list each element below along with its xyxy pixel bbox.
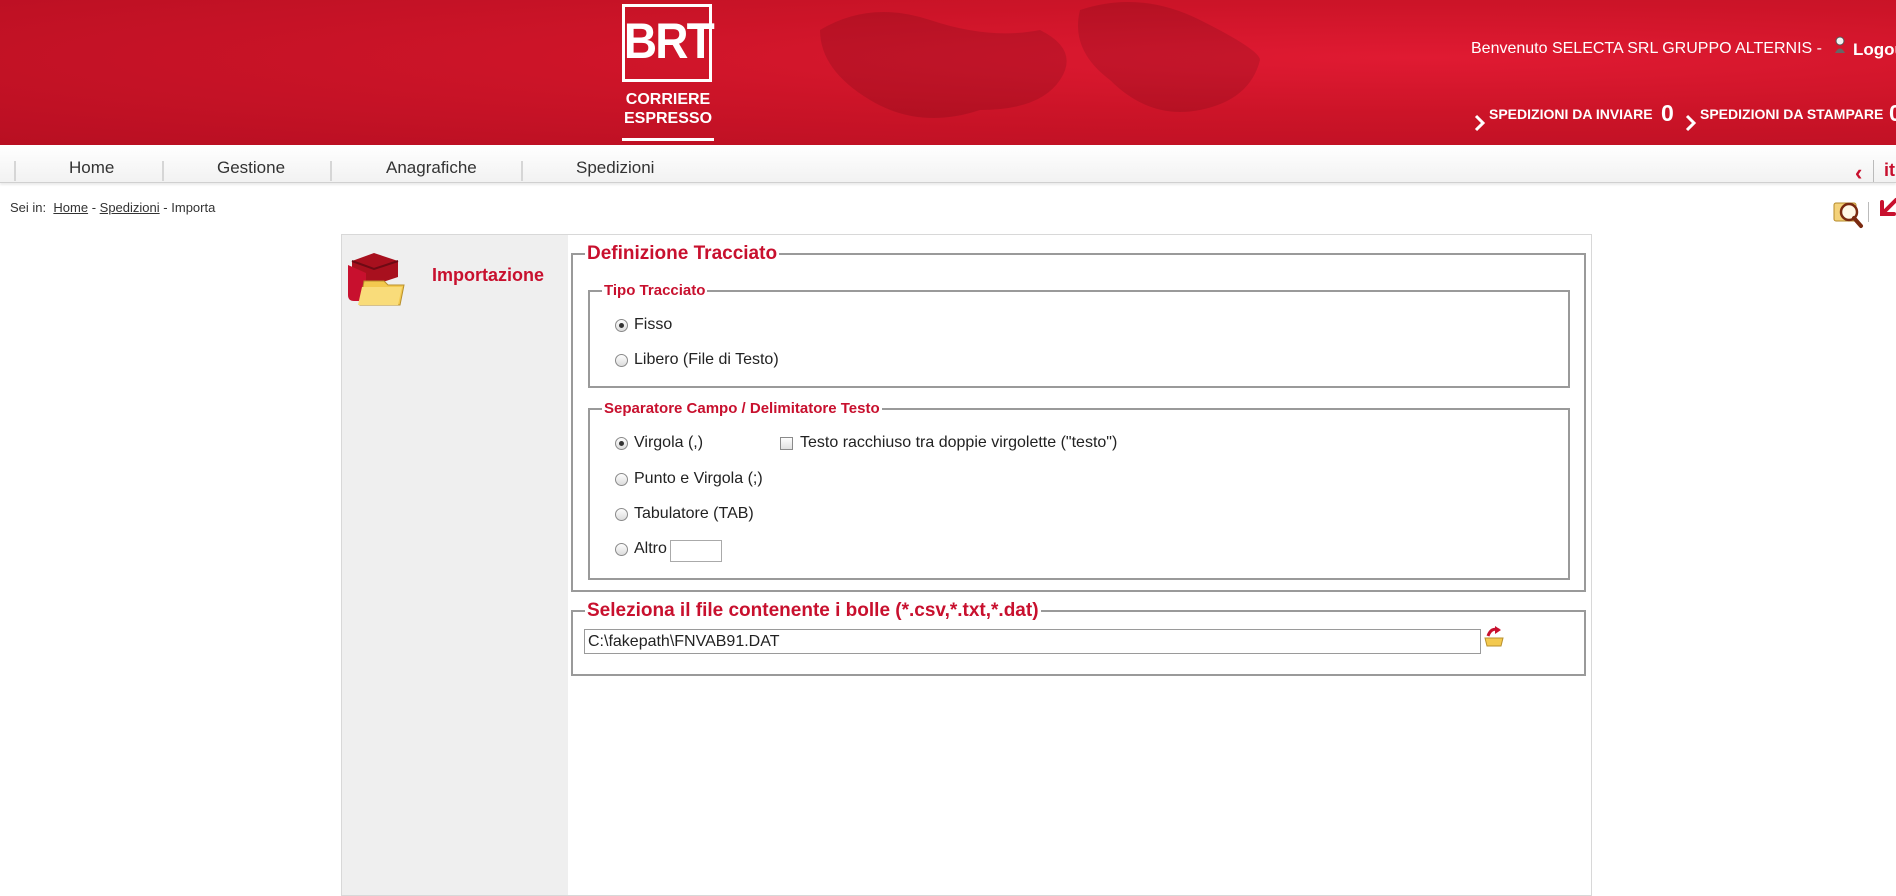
logo-brand: BRT xyxy=(623,13,715,69)
search-icon[interactable] xyxy=(1832,195,1864,229)
radio-label: Libero (File di Testo) xyxy=(634,351,779,368)
breadcrumb-separator: - xyxy=(91,200,97,215)
breadcrumb: Sei in: Home - Spedizioni - Importa xyxy=(10,200,215,215)
toolbar-separator xyxy=(1868,202,1869,222)
separator-fieldset: Separatore Campo / Delimitatore Testo xyxy=(588,400,1570,580)
radio-label: Altro xyxy=(634,540,667,557)
radio-label: Virgola (,) xyxy=(634,434,704,451)
radio-punto-virgola[interactable]: Punto e Virgola (;) xyxy=(615,470,763,488)
radio-button[interactable] xyxy=(615,353,628,367)
menu-item-home[interactable]: Home xyxy=(69,158,114,178)
language-selector[interactable]: it xyxy=(1884,160,1895,181)
radio-button[interactable] xyxy=(615,507,628,521)
checkbox[interactable] xyxy=(780,436,793,450)
radio-virgola[interactable]: Virgola (,) xyxy=(615,434,703,452)
world-map-decoration xyxy=(820,2,1260,118)
shipments-to-print-link[interactable]: SPEDIZIONI DA STAMPARE xyxy=(1700,106,1883,122)
chevron-right-icon xyxy=(1685,114,1697,132)
shipments-to-print-count: 0 xyxy=(1889,100,1896,126)
brt-logo[interactable]: BRT CORRIERE ESPRESSO xyxy=(620,4,716,141)
altro-separator-input[interactable] xyxy=(670,540,722,562)
file-path-input[interactable] xyxy=(584,629,1481,654)
breadcrumb-home-link[interactable]: Home xyxy=(53,200,88,215)
radio-label: Punto e Virgola (;) xyxy=(634,470,763,487)
file-select-legend: Seleziona il file contenente i bolle (*.… xyxy=(587,600,1039,621)
breadcrumb-prefix: Sei in: xyxy=(10,200,47,215)
radio-label: Tabulatore (TAB) xyxy=(634,505,754,522)
menu-item-anagrafiche[interactable]: Anagrafiche xyxy=(386,158,477,178)
radio-label: Fisso xyxy=(634,316,673,333)
logo-underline xyxy=(622,138,714,141)
breadcrumb-separator: - xyxy=(163,200,168,215)
radio-altro[interactable]: Altro xyxy=(615,540,667,558)
tipo-tracciato-fieldset: Tipo Tracciato xyxy=(588,282,1570,388)
import-title: Importazione xyxy=(432,265,545,285)
logout-icon[interactable] xyxy=(1832,36,1848,54)
tipo-tracciato-legend: Tipo Tracciato xyxy=(604,282,706,299)
language-separator xyxy=(1873,160,1874,182)
definition-legend: Definizione Tracciato xyxy=(587,243,778,264)
menu-item-gestione[interactable]: Gestione xyxy=(217,158,285,178)
checkbox-label: Testo racchiuso tra doppie virgolette ("… xyxy=(800,434,1118,451)
radio-button[interactable] xyxy=(615,542,628,556)
shipments-to-send-count: 0 xyxy=(1661,100,1674,126)
welcome-text: Benvenuto SELECTA SRL GRUPPO ALTERNIS - xyxy=(1471,40,1822,57)
import-sidebar xyxy=(342,235,568,895)
menu-separator xyxy=(162,161,164,181)
breadcrumb-current: Importa xyxy=(171,200,216,215)
radio-button[interactable] xyxy=(615,318,628,332)
folder-import-icon xyxy=(348,253,405,306)
logout-link[interactable]: Logout xyxy=(1853,40,1896,60)
radio-tabulatore[interactable]: Tabulatore (TAB) xyxy=(615,505,754,523)
breadcrumb-spedizioni-link[interactable]: Spedizioni xyxy=(100,200,160,215)
logo-line-1: CORRIERE xyxy=(625,91,711,108)
back-arrow-icon[interactable] xyxy=(1878,196,1896,220)
quote-text-checkbox[interactable]: Testo racchiuso tra doppie virgolette ("… xyxy=(780,434,1117,452)
menu-item-spedizioni[interactable]: Spedizioni xyxy=(576,158,654,178)
logo-line-2: ESPRESSO xyxy=(623,110,713,127)
menu-separator xyxy=(330,161,332,181)
chevron-left-icon[interactable]: ‹ xyxy=(1855,160,1862,186)
chevron-right-icon xyxy=(1474,114,1486,132)
shipments-to-send-link[interactable]: SPEDIZIONI DA INVIARE xyxy=(1489,106,1653,122)
upload-icon[interactable] xyxy=(1483,624,1505,648)
radio-button[interactable] xyxy=(615,436,628,450)
header-banner: BRT CORRIERE ESPRESSO Benvenuto SELECTA … xyxy=(0,0,1896,145)
radio-fisso[interactable]: Fisso xyxy=(615,316,672,334)
menu-separator xyxy=(521,161,523,181)
radio-button[interactable] xyxy=(615,472,628,486)
radio-libero[interactable]: Libero (File di Testo) xyxy=(615,351,779,369)
separator-legend: Separatore Campo / Delimitatore Testo xyxy=(604,400,880,417)
menu-separator xyxy=(14,161,16,181)
